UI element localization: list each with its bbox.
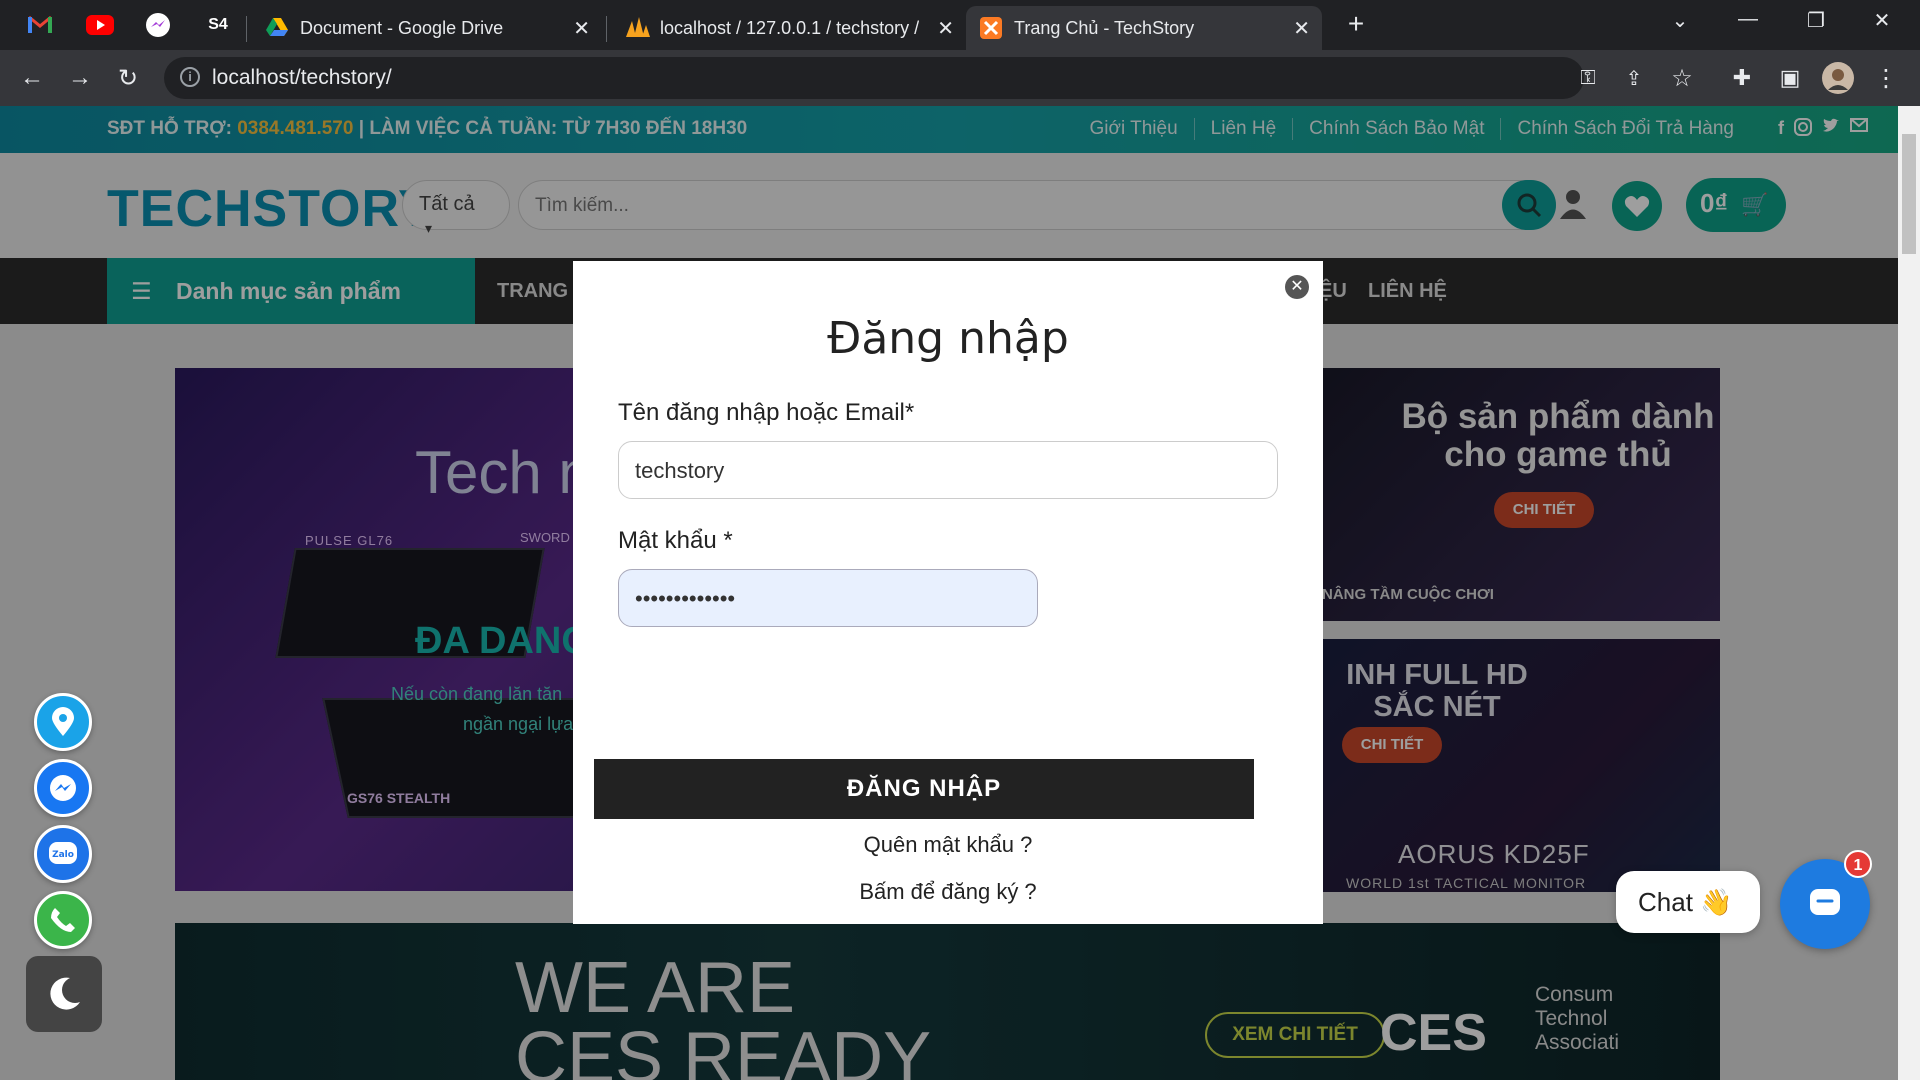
tab-google-drive[interactable]: Document - Google Drive ✕: [252, 6, 602, 50]
username-field[interactable]: techstory: [618, 441, 1278, 499]
zalo-icon: Zalo: [49, 842, 77, 864]
phpmyadmin-icon: [626, 17, 650, 39]
xampp-icon: [980, 17, 1002, 39]
close-tab-icon[interactable]: ✕: [1293, 16, 1310, 41]
side-panel-icon[interactable]: ▣: [1774, 62, 1806, 94]
tab-title: Document - Google Drive: [300, 17, 504, 38]
bookmark-star-icon[interactable]: ☆: [1666, 62, 1698, 94]
s4-icon[interactable]: S4: [200, 8, 236, 42]
profile-avatar[interactable]: [1822, 62, 1854, 94]
google-drive-icon: [266, 17, 288, 39]
share-icon[interactable]: ⇪: [1618, 62, 1650, 94]
gmail-icon[interactable]: [22, 8, 58, 42]
dark-mode-toggle[interactable]: [26, 956, 102, 1032]
browser-toolbar: ← → ↻ i localhost/techstory/ ⚿ ⇪ ☆ ✚ ▣ ⋮: [0, 50, 1920, 106]
tab-title: Trang Chủ - TechStory: [1014, 17, 1195, 38]
chat-icon: [1810, 889, 1840, 915]
chat-bubble[interactable]: Chat 👋: [1616, 871, 1760, 933]
close-modal-icon[interactable]: ✕: [1285, 275, 1309, 299]
restore-icon[interactable]: ❐: [1796, 8, 1836, 33]
messenger-icon[interactable]: [140, 8, 176, 42]
phone-icon: [51, 908, 75, 932]
tab-phpmyadmin[interactable]: localhost / 127.0.0.1 / techstory / ✕: [612, 6, 966, 50]
address-bar[interactable]: i localhost/techstory/: [164, 57, 1584, 99]
modal-title: Đăng nhập: [827, 313, 1069, 364]
location-button[interactable]: [34, 693, 92, 751]
back-icon[interactable]: ←: [16, 62, 48, 94]
reload-icon[interactable]: ↻: [112, 62, 144, 94]
register-link[interactable]: Bấm để đăng ký ?: [573, 879, 1323, 905]
scrollbar-thumb[interactable]: [1902, 134, 1916, 254]
svg-text:Zalo: Zalo: [52, 850, 74, 860]
forgot-password-link[interactable]: Quên mật khẩu ?: [573, 832, 1323, 858]
login-button[interactable]: ĐĂNG NHẬP: [594, 759, 1254, 819]
zalo-button[interactable]: Zalo: [34, 825, 92, 883]
map-pin-icon: [52, 707, 74, 736]
site-info-icon[interactable]: i: [180, 67, 200, 87]
tab-title: localhost / 127.0.0.1 / techstory /: [660, 17, 920, 38]
tab-techstory[interactable]: Trang Chủ - TechStory ✕: [966, 6, 1322, 50]
password-label: Mật khẩu *: [618, 527, 733, 554]
page-scrollbar[interactable]: [1898, 106, 1920, 1080]
moon-icon: [50, 977, 80, 1010]
phone-call-button[interactable]: [34, 891, 92, 949]
password-key-icon[interactable]: ⚿: [1572, 62, 1604, 94]
password-field[interactable]: •••••••••••••: [618, 569, 1038, 627]
wave-emoji-icon: 👋: [1700, 887, 1733, 917]
url-text: localhost/techstory/: [212, 66, 392, 89]
minimize-icon[interactable]: —: [1728, 8, 1768, 31]
messenger-button[interactable]: [34, 759, 92, 817]
web-page: SĐT HỖ TRỢ: 0384.481.570 | LÀM VIỆC CẢ T…: [0, 106, 1898, 1080]
extensions-icon[interactable]: ✚: [1726, 62, 1758, 94]
forward-icon[interactable]: →: [64, 62, 96, 94]
new-tab-button[interactable]: +: [1336, 8, 1376, 40]
close-tab-icon[interactable]: ✕: [573, 16, 590, 41]
close-tab-icon[interactable]: ✕: [937, 16, 954, 41]
login-modal: ✕ Đăng nhập Tên đăng nhập hoặc Email* te…: [573, 261, 1323, 924]
browser-tab-bar: S4 Document - Google Drive ✕ localhost /…: [0, 0, 1920, 50]
chat-unread-badge: 1: [1844, 850, 1872, 878]
close-window-icon[interactable]: ✕: [1862, 8, 1902, 33]
messenger-icon: [50, 775, 76, 801]
tab-search-icon[interactable]: ⌄: [1660, 8, 1700, 33]
menu-icon[interactable]: ⋮: [1870, 62, 1902, 94]
youtube-icon[interactable]: [82, 8, 118, 42]
username-label: Tên đăng nhập hoặc Email*: [618, 399, 915, 426]
